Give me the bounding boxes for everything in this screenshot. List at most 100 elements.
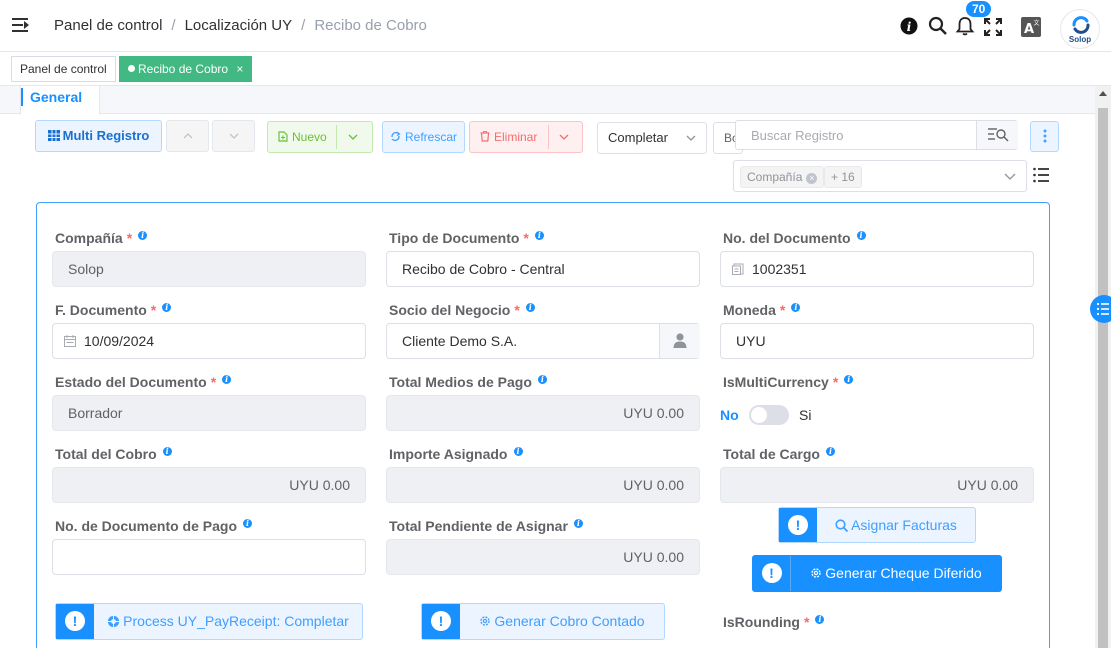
more-options-button[interactable] [1030,121,1059,152]
process-receipt-button[interactable]: ! Process UY_PayReceipt: Completar [55,603,363,640]
notification-count-badge: 70 [966,1,992,17]
total-pending-field: UYU 0.00 [386,539,700,575]
info-icon: i [844,375,854,384]
exclamation-icon: ! [422,604,460,639]
field-label-currency: Moneda * i [723,302,801,318]
panel-toggle-button[interactable] [1090,295,1111,323]
info-icon: i [162,447,172,456]
info-icon: i [243,519,253,528]
info-icon: i [791,303,801,312]
next-record-button[interactable] [212,120,255,152]
multi-record-button[interactable]: Multi Registro [35,120,162,152]
generate-deferred-check-button[interactable]: ! Generar Cheque Diferido [752,555,1002,592]
breadcrumb-item-dashboard[interactable]: Panel de control [54,17,162,34]
field-label-payment-doc-no: No. de Documento de Pago i [55,518,253,534]
breadcrumb-item-current: Recibo de Cobro [314,17,427,34]
vertical-scrollbar[interactable] [1095,86,1111,648]
field-label-doc-type: Tipo de Documento * i [389,230,544,246]
tag-payment-receipt[interactable]: Recibo de Cobro × [119,56,253,82]
search-placeholder: Buscar Registro [751,128,844,143]
translate-icon[interactable]: A 文 [1020,16,1042,38]
split-divider [548,125,549,149]
breadcrumb-item-localization[interactable]: Localización UY [185,17,293,34]
scrollbar-thumb[interactable] [1098,108,1108,648]
new-dropdown-caret-icon[interactable] [348,122,358,152]
gear-icon [480,616,491,626]
delete-dropdown-caret-icon[interactable] [559,122,569,152]
trash-icon [480,131,490,142]
info-icon: i [138,231,148,240]
search-icon[interactable] [928,16,948,36]
payment-document-number-input[interactable] [52,539,366,575]
chevron-down-icon [229,133,238,139]
new-record-button[interactable]: Nuevo [267,121,373,153]
assign-invoices-button[interactable]: ! Asignar Facturas [778,507,976,543]
field-label-doc-date: F. Documento * i [55,302,172,318]
exclamation-icon: ! [779,508,817,542]
refresh-button[interactable]: Refrescar [382,121,465,153]
process-icon [107,615,121,628]
exclamation-icon: ! [56,604,94,639]
breadcrumb: Panel de control / Localización UY / Recibo … [54,17,427,34]
business-partner-field[interactable]: Cliente Demo S.A. [386,323,700,359]
search-list-icon [988,128,1009,142]
solop-logo-icon [1072,16,1090,34]
fullscreen-icon[interactable] [983,17,1003,37]
filter-chip[interactable]: Compañía × [740,166,825,188]
list-icon[interactable] [1033,167,1049,183]
field-label-total-payment-means: Total Medios de Pago i [389,374,547,390]
avatar-label: Solop [1068,35,1092,44]
svg-text:i: i [907,20,912,34]
bell-icon[interactable] [955,15,975,37]
top-navbar: Panel de control / Localización UY / Recibo … [0,0,1111,52]
calendar-icon [64,335,76,347]
gear-icon [811,568,821,578]
field-label-doc-no: No. del Documento i [723,230,866,246]
field-label-company: Compañía * i [55,230,148,246]
generate-cash-receipt-button[interactable]: ! Generar Cobro Contado [421,603,665,640]
info-icon: i [162,303,172,312]
document-date-picker[interactable]: 10/09/2024 [52,323,366,359]
switch-on-label: Si [799,407,812,423]
chevron-down-icon [1004,167,1016,183]
hamburger-menu-icon[interactable] [12,18,30,34]
info-icon: i [222,375,232,384]
tag-dashboard[interactable]: Panel de control [11,56,116,82]
multicurrency-toggle[interactable] [749,405,789,425]
document-number-field[interactable]: 1002351 [720,251,1034,287]
delete-button[interactable]: Eliminar [469,121,583,153]
info-icon: i [534,231,544,240]
table-icon [47,130,60,141]
document-action-value: Completar [608,130,668,145]
chip-close-icon[interactable]: × [806,173,818,184]
tags-view: Panel de control Recibo de Cobro × [0,53,1111,86]
field-label-total-charge: Total de Cargo i [723,446,835,462]
info-icon: i [537,375,547,384]
vertical-dots-icon [1043,129,1046,143]
visible-fields-select[interactable]: Compañía × + 16 [733,160,1027,192]
info-icon: i [856,231,866,240]
document-type-select[interactable]: Recibo de Cobro - Central [386,251,700,287]
previous-record-button[interactable] [166,120,209,152]
field-label-doc-status: Estado del Documento * i [55,374,232,390]
active-dot-icon [128,65,135,72]
user-avatar[interactable]: Solop [1060,9,1100,49]
breadcrumb-separator: / [301,17,306,34]
scroll-up-arrow-icon[interactable] [1099,91,1107,96]
info-icon[interactable]: i [900,17,918,35]
refresh-icon [391,131,401,141]
search-record-input[interactable]: Buscar Registro [735,120,1018,150]
advanced-search-button[interactable] [976,121,1018,149]
field-label-total-receipt: Total del Cobro i [55,446,172,462]
svg-text:文: 文 [1033,19,1039,27]
close-tag-icon[interactable]: × [236,62,243,76]
business-partner-search-button[interactable] [659,324,700,358]
chevron-up-icon [183,133,192,139]
document-action-select[interactable]: Completar [597,122,707,154]
currency-select[interactable]: UYU [720,323,1034,359]
delete-label: Eliminar [494,130,538,144]
tab-general[interactable]: General [20,86,100,115]
assigned-amount-field: UYU 0.00 [386,467,700,503]
list-icon [1097,303,1109,315]
company-field: Solop [52,251,366,287]
